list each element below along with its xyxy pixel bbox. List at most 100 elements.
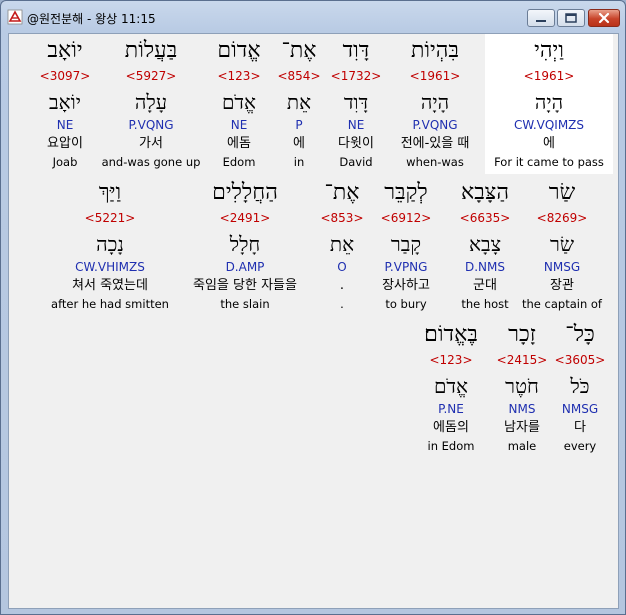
english-gloss: to bury: [385, 297, 427, 311]
word-cell[interactable]: בִּהְיוֹת <1961> הָיָה P.VQNG 전에-있을 때 when-wa…: [387, 38, 483, 172]
morphology-code: NMSG: [543, 260, 581, 274]
hebrew-word: כָּל־: [565, 322, 595, 347]
lemma: חָלָל: [229, 232, 261, 256]
word-cell[interactable]: הַחֲלָלִים <2491> חָלָל D.AMP 죽임을 당한 자들을 the …: [170, 180, 320, 314]
word-cell[interactable]: אֱדוֹם <123> אֱדֹם NE 에돔 Edom: [204, 38, 274, 172]
english-gloss: David: [339, 155, 373, 169]
hebrew-word: זָכָר: [508, 322, 536, 347]
morphology-code: P.VPNG: [384, 260, 428, 274]
english-gloss: in: [293, 155, 305, 169]
lemma: יוֹאָב: [48, 90, 81, 114]
hebrew-word: אֶת־: [281, 38, 317, 63]
korean-gloss: 장사하고: [382, 278, 430, 293]
english-gloss: when-was: [406, 155, 464, 169]
korean-gloss: 쳐서 죽였는데: [72, 278, 148, 293]
word-cell[interactable]: וַיַּךְ <5221> נָכָה CW.VHIMZS 쳐서 죽였는데 after …: [40, 180, 180, 314]
lemma: עָלָה: [134, 90, 168, 114]
korean-gloss: 전에-있을 때: [400, 136, 470, 151]
morphology-code: P.VQNG: [128, 118, 174, 132]
lemma: אֱדֹם: [221, 90, 257, 114]
korean-gloss: 에돔의: [433, 420, 469, 435]
morphology-code: D.AMP: [225, 260, 265, 274]
hebrew-word: וַיְהִי: [534, 38, 564, 63]
english-gloss: the slain: [220, 297, 270, 311]
morphology-code: NE: [56, 118, 74, 132]
word-cell[interactable]: וַיְהִי <1961> הָיָה CW.VQIMZS 에 For it came …: [485, 38, 613, 172]
maximize-icon: [565, 13, 577, 23]
lemma: הָיָה: [420, 90, 450, 114]
minimize-button[interactable]: [527, 9, 555, 27]
word-cell[interactable]: בַּעֲלוֹת <5927> עָלָה P.VQNG 가서 and-was gone…: [96, 38, 206, 172]
morphology-code: NMS: [508, 402, 536, 416]
title-bar[interactable]: @원전분해 - 왕상 11:15: [1, 1, 625, 33]
english-gloss: every: [563, 439, 597, 453]
word-cell[interactable]: אֶת־ <853> אֵת O..: [317, 180, 367, 314]
hebrew-word: בִּהְיוֹת: [410, 38, 460, 63]
english-gloss: in Edom: [427, 439, 475, 453]
korean-gloss: 남자를: [504, 420, 540, 435]
close-icon: [598, 12, 610, 24]
word-cell[interactable]: בֶּאֱדוֹם׃ <123> אֱדֹם P.NE 에돔의 in Edom: [411, 322, 491, 456]
english-gloss: the host: [461, 297, 509, 311]
korean-gloss: 죽임을 당한 자들을: [193, 278, 297, 293]
morphology-code: P.VQNG: [412, 118, 458, 132]
strong-number: <1732>: [330, 69, 382, 83]
strong-number: <2491>: [219, 211, 271, 225]
strong-number: <1961>: [409, 69, 461, 83]
morphology-code: NE: [347, 118, 365, 132]
lemma: שַׂר: [550, 232, 574, 256]
word-cell[interactable]: לְקַבֵּר <6912> קָבַר P.VPNG 장사하고 to bury: [366, 180, 446, 314]
hebrew-word: לְקַבֵּר: [384, 180, 428, 205]
word-cell[interactable]: שַׂר <8269> שַׂר NMSG 장관 the captain of: [512, 180, 612, 314]
lemma: חֹטֶר: [505, 374, 539, 398]
morphology-code: O: [337, 260, 347, 274]
korean-gloss: .: [339, 278, 345, 293]
strong-number: <2415>: [496, 353, 548, 367]
word-cell[interactable]: כָּל־ <3605> כֹּל NMSG 다 every: [550, 322, 610, 456]
english-gloss: and-was gone up: [101, 155, 201, 169]
korean-gloss: 에돔: [227, 136, 251, 151]
app-window: @원전분해 - 왕상 11:15 וַיְהִי <1961> הָיָה CW.VQ…: [0, 0, 626, 615]
korean-gloss: 에: [543, 136, 555, 151]
close-button[interactable]: [588, 9, 620, 27]
morphology-code: P.NE: [438, 402, 464, 416]
hebrew-word: אֶת־: [324, 180, 360, 205]
morphology-code: CW.VHIMZS: [75, 260, 145, 274]
korean-gloss: 에: [293, 136, 305, 151]
word-cell[interactable]: אֶת־ <854> אֵת P 에 in: [269, 38, 329, 172]
word-cell[interactable]: זָכָר <2415> חֹטֶר NMS 남자를 male: [487, 322, 557, 456]
lemma: אֵת: [286, 90, 312, 114]
hebrew-word: הַחֲלָלִים: [212, 180, 278, 205]
window-title: @원전분해 - 왕상 11:15: [27, 12, 156, 26]
word-cell[interactable]: יוֹאָב <3097> יוֹאָב NE 요압이 Joab: [25, 38, 105, 172]
hebrew-word: דָּוִד: [342, 38, 370, 63]
hebrew-word: וַיַּךְ: [98, 180, 122, 205]
strong-number: <3605>: [554, 353, 606, 367]
korean-gloss: 다윗이: [338, 136, 374, 151]
hebrew-word: בַּעֲלוֹת: [124, 38, 178, 63]
hebrew-word: אֱדוֹם: [217, 38, 261, 63]
word-cell[interactable]: הַצָּבָא <6635> צָבָא D.NMS 군대 the host: [445, 180, 525, 314]
hebrew-word: שַׂר: [548, 180, 576, 205]
lemma: אֱדֹם: [433, 374, 469, 398]
morphology-code: NMSG: [561, 402, 599, 416]
strong-number: <6912>: [380, 211, 432, 225]
english-gloss: Edom: [222, 155, 256, 169]
korean-gloss: 요압이: [47, 136, 83, 151]
strong-number: <854>: [277, 69, 321, 83]
app-icon: [7, 9, 23, 25]
hebrew-word: יוֹאָב: [47, 38, 83, 63]
lemma: קָבַר: [390, 232, 422, 256]
korean-gloss: 가서: [139, 136, 163, 151]
hebrew-word: הַצָּבָא: [461, 180, 509, 205]
morphology-code: P: [295, 118, 303, 132]
interlinear-panel[interactable]: וַיְהִי <1961> הָיָה CW.VQIMZS 에 For it came …: [8, 33, 619, 609]
strong-number: <123>: [217, 69, 261, 83]
korean-gloss: 군대: [473, 278, 497, 293]
word-cell[interactable]: דָּוִד <1732> דָּוִד NE 다윗이 David: [321, 38, 391, 172]
maximize-button[interactable]: [557, 9, 585, 27]
strong-number: <123>: [429, 353, 473, 367]
lemma: הָיָה: [534, 90, 564, 114]
english-gloss: For it came to pass: [494, 155, 604, 169]
english-gloss: male: [507, 439, 537, 453]
